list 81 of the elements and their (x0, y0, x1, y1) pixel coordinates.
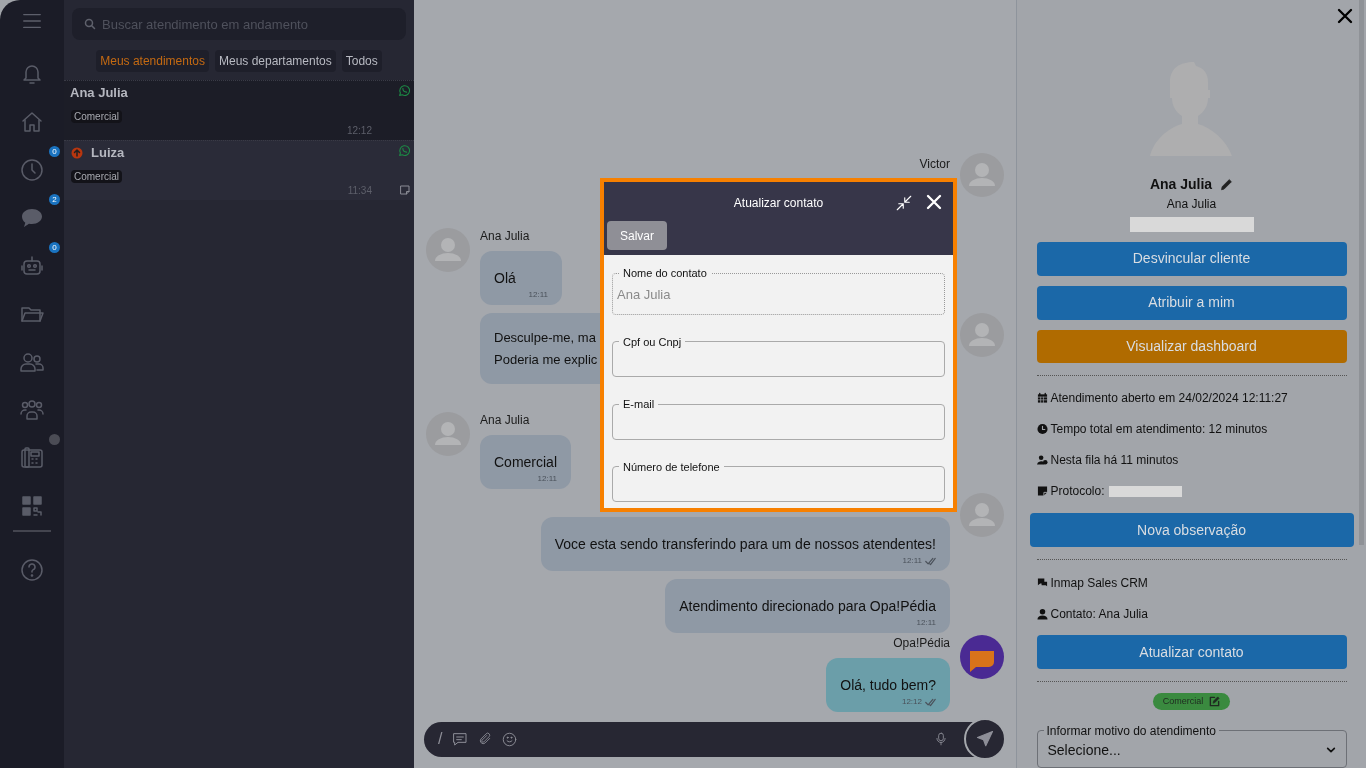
message-time: 12:12 (901, 696, 922, 708)
field-label: Cpf ou Cnpj (622, 334, 683, 350)
user-clock-icon (1036, 454, 1048, 467)
count-badge: 0 (49, 146, 60, 157)
department-tag[interactable]: Comercial (1152, 693, 1231, 710)
message-text: Olá (494, 269, 517, 288)
info-text: Inmap Sales CRM (1050, 575, 1148, 593)
count-badge: 0 (49, 242, 60, 253)
clock-icon (1036, 423, 1048, 436)
desk-phone-icon[interactable] (20, 446, 44, 470)
department-tag: Comercial (71, 109, 122, 123)
users-icon[interactable] (20, 350, 44, 374)
search-icon (84, 18, 96, 30)
note-icon (1036, 485, 1048, 498)
field-label: Nome do contato (622, 266, 708, 281)
action-button[interactable]: Nova observação (1029, 513, 1354, 548)
paperclip-icon[interactable] (478, 731, 493, 747)
field-label: Informar motivo do atendimento (1045, 723, 1217, 740)
group-icon[interactable] (20, 398, 44, 422)
info-text: Contato: Ana Julia (1050, 606, 1148, 624)
sender-name: Ana Julia (480, 412, 530, 429)
whatsapp-icon (398, 144, 411, 157)
emoji-icon[interactable] (502, 731, 518, 747)
message-text: Poderia me explic (494, 351, 599, 369)
user-icon (1036, 608, 1048, 621)
sender-name: Victor (919, 156, 950, 173)
home-icon[interactable] (20, 110, 44, 134)
message-input[interactable]: / (424, 721, 976, 757)
microphone-icon[interactable] (934, 731, 948, 747)
clock-icon[interactable] (20, 158, 44, 182)
edit-icon (1209, 696, 1221, 707)
message-time: 12:11 (916, 617, 936, 629)
message-text: Atendimento direcionado para Opa!Pédia (679, 597, 936, 616)
contact-name: Ana Julia (70, 84, 128, 102)
info-text: Tempo total em atendimento: 12 minutos (1050, 421, 1268, 439)
comment-icon[interactable] (452, 731, 469, 747)
whatsapp-icon (398, 84, 411, 97)
robot-icon[interactable] (20, 254, 44, 278)
action-button[interactable]: Atualizar contato (1036, 635, 1347, 670)
contact-name: Ana Julia (1149, 175, 1213, 194)
collapse-icon[interactable] (895, 194, 913, 212)
info-text: Atendimento aberto em 24/02/2024 12:11:27 (1050, 390, 1288, 408)
tag-label: Comercial (1162, 694, 1204, 708)
filter-tab[interactable]: Todos (341, 50, 382, 72)
close-icon[interactable] (1337, 8, 1353, 24)
timestamp: 12:12 (346, 124, 372, 138)
contact-name: Luiza (91, 144, 125, 162)
dialog-title: Atualizar contato (733, 195, 824, 212)
filter-tab[interactable]: Meus departamentos (215, 50, 336, 72)
message-time: 12:11 (902, 555, 922, 567)
message-time: 12:11 (528, 289, 548, 301)
sender-name: Opa!Pédia (893, 635, 950, 652)
calendar-icon (1036, 392, 1048, 405)
filter-tab[interactable]: Meus atendimentos (96, 50, 209, 72)
field-label: E-mail (622, 397, 656, 412)
bell-icon[interactable] (20, 62, 44, 86)
help-icon[interactable] (20, 558, 44, 582)
info-text: Protocolo: (1050, 483, 1105, 501)
conversation-item[interactable]: Ana Julia Comercial 12:12 (64, 80, 414, 140)
message-text: Desculpe-me, ma (494, 329, 597, 347)
message-text: Comercial (494, 453, 557, 472)
slash-command[interactable]: / (438, 727, 443, 751)
action-button[interactable]: Desvincular cliente (1036, 241, 1347, 276)
field-label: Número de telefone (622, 459, 721, 475)
sender-name: Ana Julia (480, 228, 530, 245)
qr-code-icon[interactable] (20, 494, 44, 518)
paper-plane-icon (976, 730, 994, 748)
department-tag: Comercial (71, 169, 122, 183)
action-button[interactable]: Atribuir a mim (1036, 285, 1347, 320)
message-text: Voce esta sendo transferindo para um de nossos atendentes! (554, 535, 936, 554)
info-text: Nesta fila há 11 minutos (1050, 452, 1179, 470)
action-button[interactable]: Visualizar dashboard (1036, 329, 1347, 364)
reason-select[interactable]: Selecione... (1043, 740, 1340, 761)
select-value: Selecione... (1047, 741, 1121, 760)
chat-bubble-icon[interactable] (20, 206, 44, 230)
count-badge: 2 (49, 194, 60, 205)
contact-subtitle: Ana Julia (1166, 196, 1217, 213)
save-button[interactable]: Salvar (607, 221, 667, 250)
pencil-icon[interactable] (1220, 178, 1234, 191)
message-text: Olá, tudo bem? (840, 676, 936, 695)
message-time: 12:11 (537, 473, 557, 485)
